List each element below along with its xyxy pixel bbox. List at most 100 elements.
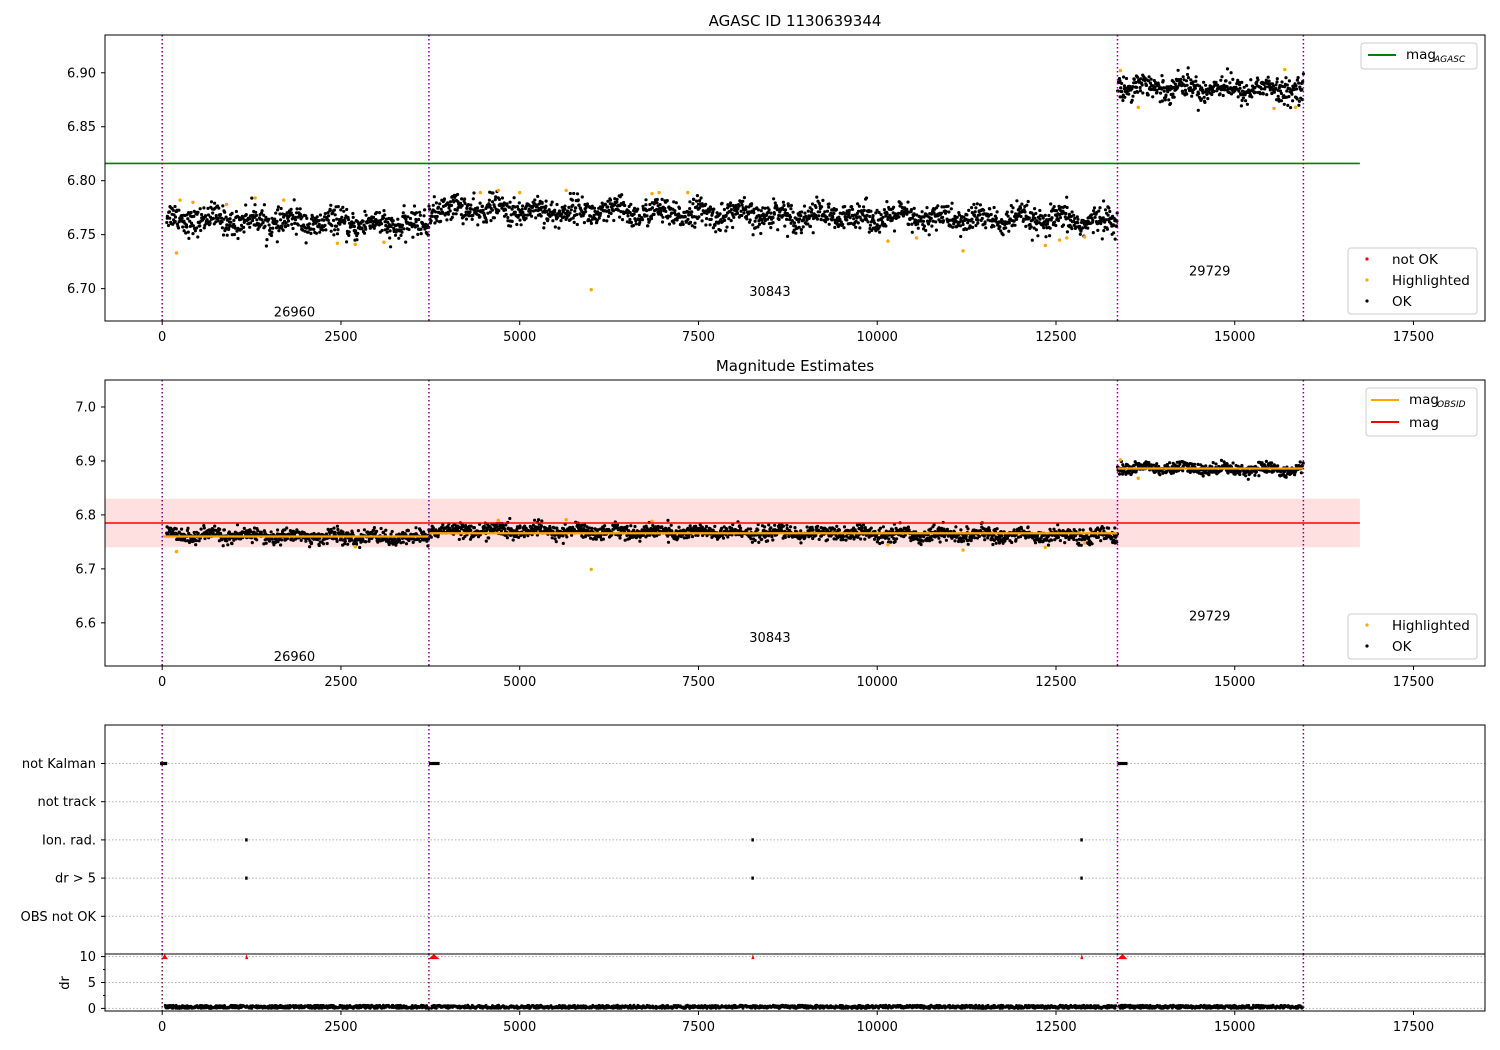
agasc-ok-point [615,200,619,204]
agasc-ok-point [803,211,807,215]
legend-not-ok-marker [1365,257,1369,261]
agasc-ok-point [491,200,495,204]
mag-ok-point [332,526,336,530]
agasc-ok-point [992,224,996,228]
legend-mag-agasc-label: mag [1406,47,1436,63]
agasc-ok-point [1188,86,1193,90]
agasc-ok-point [393,233,398,237]
agasc-ok-point [1274,83,1278,87]
mag-ok-point [256,529,260,533]
agasc-ok-point [196,210,200,214]
agasc-ok-point [507,205,511,209]
agasc-ok-point [223,210,227,214]
agasc-ok-point [834,208,839,212]
mag-ok-point [539,524,544,528]
agasc-ok-point [1026,199,1030,204]
agasc-ok-point [1011,206,1015,210]
agasc-ok-point [1123,95,1127,99]
mag-ok-point [677,525,681,529]
agasc-ok-point [402,227,406,231]
agasc-ok-point [842,226,846,230]
agasc-ok-point [857,204,862,208]
agasc-ok-point [1155,90,1159,94]
agasc-ok-point [799,231,804,235]
mag-ok-point [218,527,222,532]
agasc-ok-point [1049,202,1053,206]
agasc-ok-point [620,218,625,222]
agasc-ok-point [218,212,223,217]
agasc-ok-point [333,213,337,217]
mag-ok-point [771,538,775,542]
mag-ok-point [889,540,893,544]
agasc-ok-point [181,225,185,229]
agasc-ok-point [276,208,280,212]
agasc-ok-point [329,229,333,233]
agasc-ok-point [978,213,982,217]
mag-ok-point [230,542,234,546]
agasc-ok-point [244,203,248,207]
agasc-ok-point [580,195,584,199]
agasc-ok-point [691,202,695,206]
agasc-ok-point [618,215,622,219]
agasc-ok-point [388,229,392,233]
agasc-ok-point [998,225,1002,229]
agasc-xtick-label-12500: 12500 [1035,330,1076,345]
agasc-ok-point [663,206,667,211]
agasc-ok-point [253,203,257,207]
agasc-ok-point [873,221,877,225]
agasc-ok-point [810,208,814,212]
agasc-ok-point [984,226,988,230]
mag-ok-point [561,541,565,546]
agasc-ok-point [815,195,819,199]
agasc-highlighted-point-0 [174,251,179,255]
agasc-ok-point [970,206,974,210]
agasc-ok-point [582,221,587,225]
agasc-ok-point [1131,94,1135,98]
mag-ok-point [769,526,773,530]
agasc-ok-point [1197,92,1201,96]
mag-ok-point [603,524,607,528]
mag-ok-point [554,540,558,544]
agasc-ok-point [927,222,931,226]
agasc-ok-point [772,212,777,216]
agasc-ok-point [232,218,236,222]
agasc-ok-point [389,245,393,249]
agasc-ok-point [892,229,897,233]
mag-ok-point [285,526,289,530]
agasc-ok-point [575,192,580,196]
agasc-ok-point [553,225,557,229]
agasc-ok-point [439,219,443,223]
agasc-ok-point [815,217,820,221]
agasc-ok-point [318,230,322,234]
agasc-ok-point [211,211,215,215]
agasc-ok-point [644,198,648,202]
agasc-ok-point [1275,80,1279,84]
agasc-highlighted-point-7 [353,242,357,247]
mag-ok-point [335,524,339,528]
agasc-ok-point [729,208,734,212]
agasc-ok-point [165,220,169,225]
agasc-ok-point [910,230,914,234]
agasc-ok-point [882,208,887,212]
agasc-ok-point [655,197,659,202]
mag-ok-point [841,534,846,539]
mag-ok-point [310,541,314,545]
agasc-ok-point [665,199,669,203]
agasc-ok-point [715,211,719,215]
agasc-xtick-label-10000: 10000 [857,330,898,345]
legend-lower-agasc: not OK Highlighted OK [1347,247,1478,315]
agasc-ok-point [941,215,945,219]
agasc-ok-point [869,209,873,213]
agasc-ok-point [1070,210,1074,214]
mag-ok-point [1012,528,1016,532]
agasc-ok-point [751,223,755,227]
agasc-ok-point [748,218,752,222]
mag-ok-point [226,543,230,547]
agasc-ok-point [1297,103,1301,107]
mag-ok-point [844,538,848,542]
agasc-ok-point [569,208,573,212]
agasc-ok-point [620,193,624,197]
agasc-ok-point [530,214,534,218]
agasc-ok-point [1042,226,1046,230]
agasc-ok-point [1220,75,1224,79]
